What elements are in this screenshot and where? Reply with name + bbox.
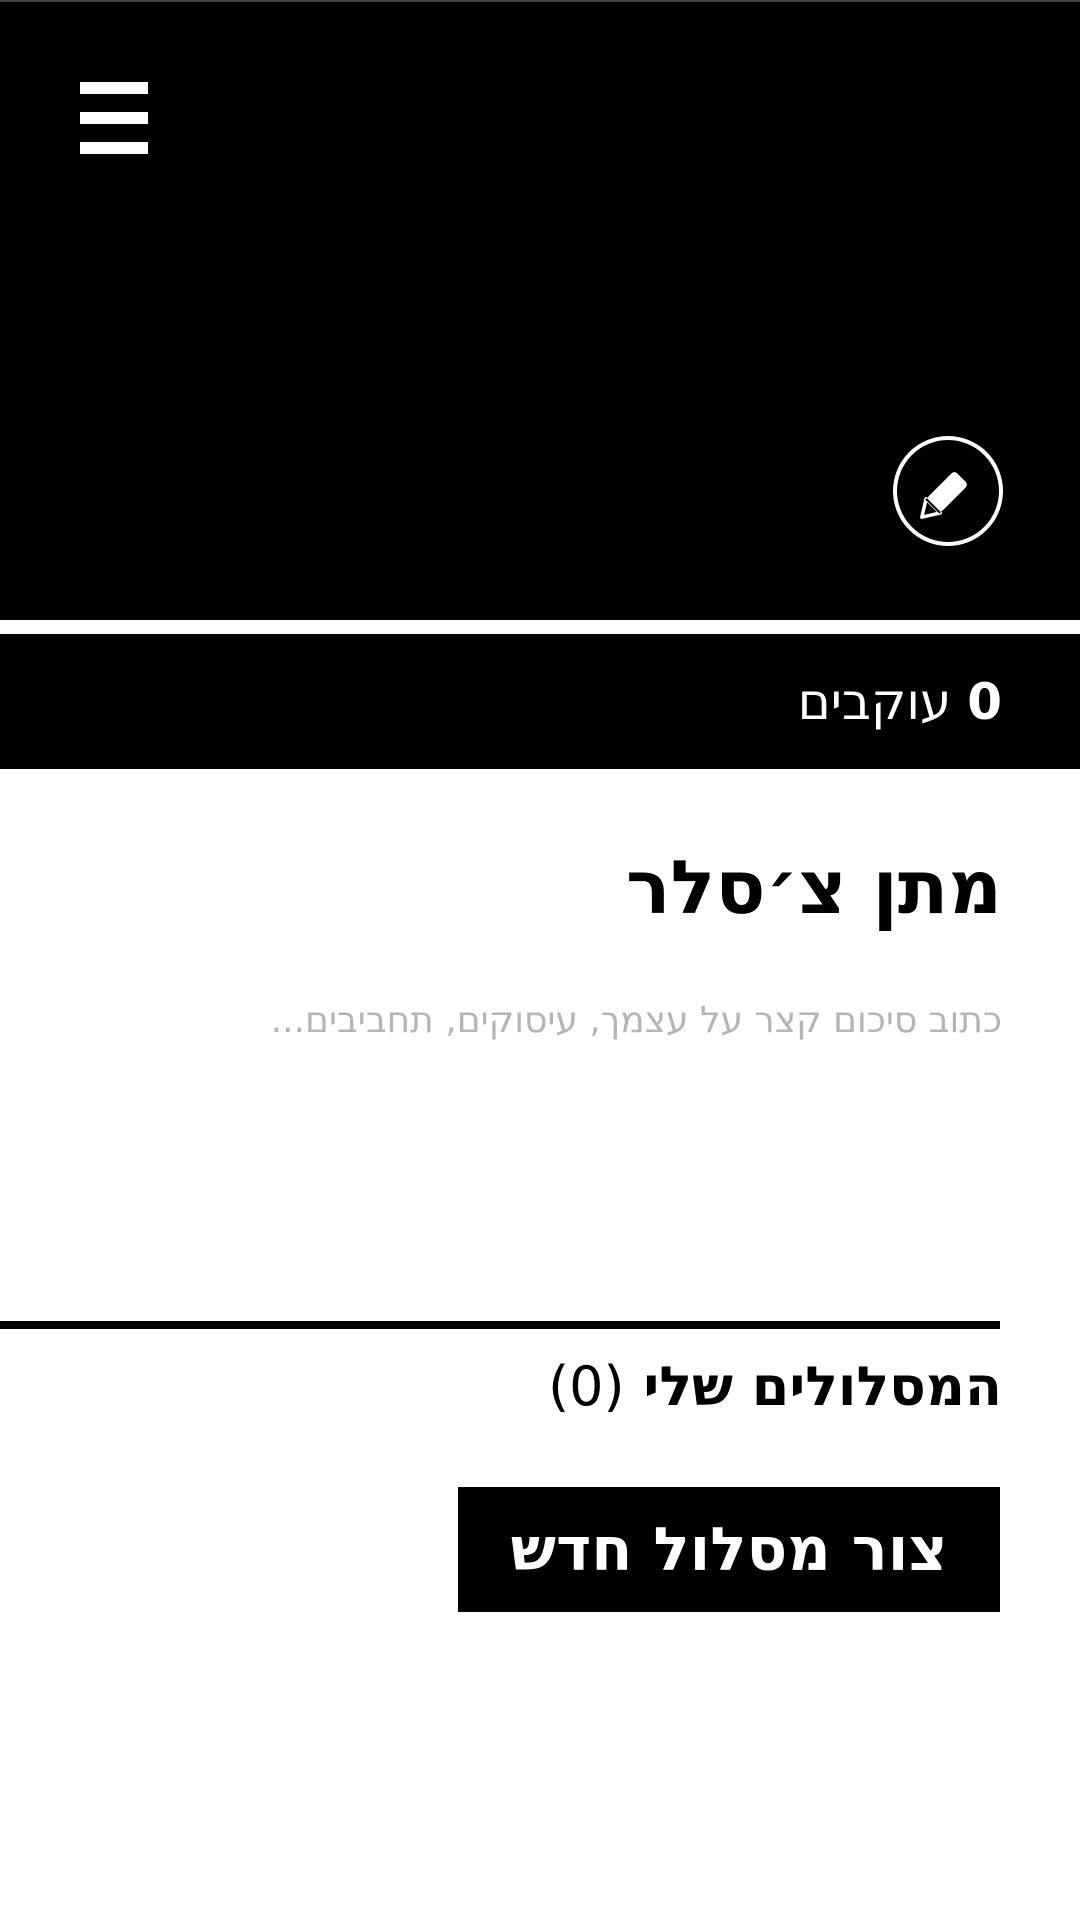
hamburger-menu-icon-bar: [80, 112, 148, 124]
my-routes-heading: המסלולים שלי (0): [548, 1350, 1002, 1424]
profile-cover: [0, 0, 1080, 620]
profile-name: מתן צ׳סלר: [625, 845, 1002, 931]
create-new-route-button[interactable]: צור מסלול חדש: [458, 1487, 1000, 1612]
hamburger-menu-icon-bar: [80, 142, 148, 154]
hamburger-menu-icon: [80, 82, 148, 94]
menu-button[interactable]: [78, 80, 150, 156]
followers-label: עוקבים: [797, 673, 952, 731]
my-routes-count: (0): [548, 1355, 625, 1418]
followers-link[interactable]: 0 עוקבים: [798, 670, 1002, 734]
followers-count: 0: [967, 673, 1002, 731]
followers-bar: 0 עוקבים: [0, 634, 1080, 769]
edit-profile-button[interactable]: [893, 436, 1003, 546]
my-routes-label: המסלולים שלי: [643, 1355, 1002, 1418]
bio-input[interactable]: [242, 990, 1002, 1050]
section-divider: [0, 1321, 1000, 1329]
pencil-icon: [920, 472, 967, 519]
cover-divider: [0, 620, 1080, 634]
